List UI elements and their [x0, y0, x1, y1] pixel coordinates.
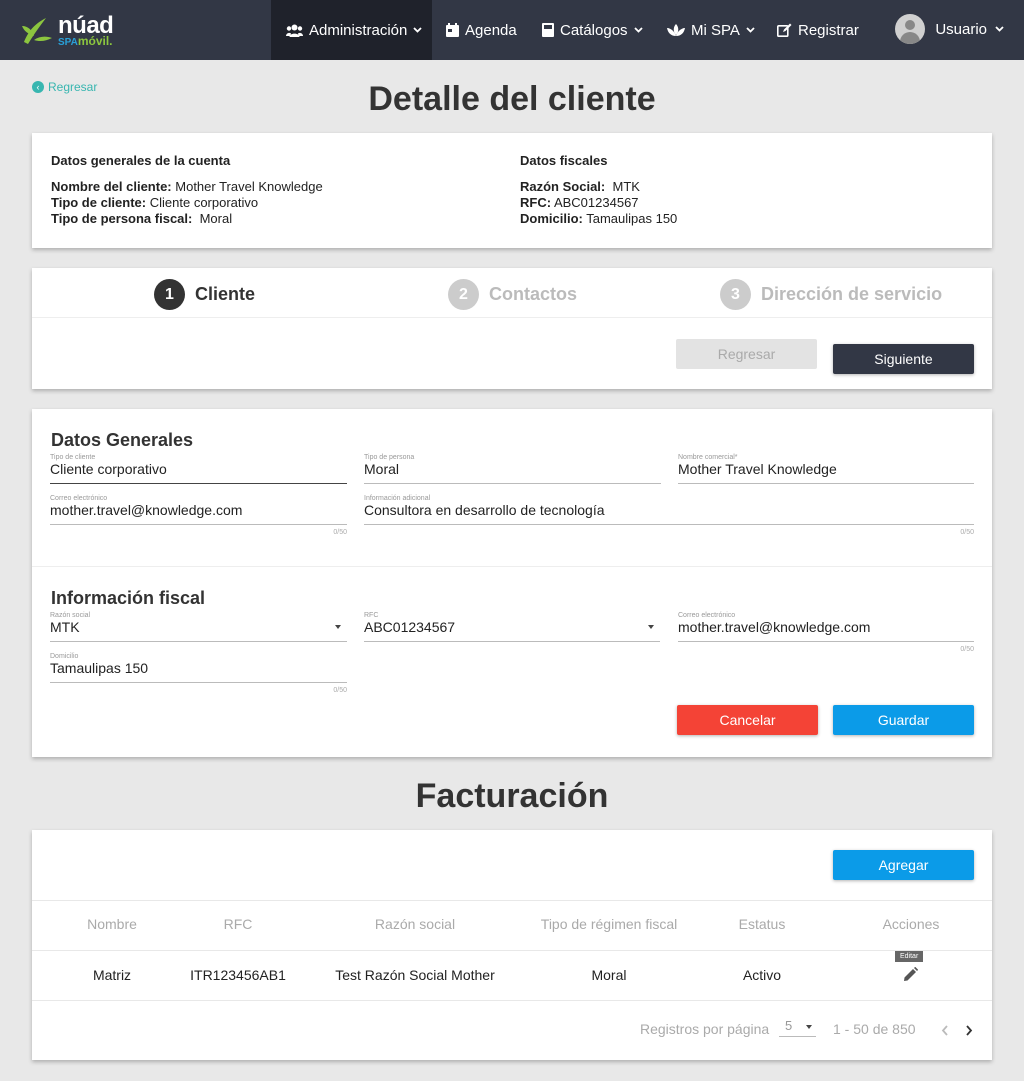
nav-registrar-label: Registrar — [798, 21, 859, 39]
nav-registrar[interactable]: Registrar — [777, 0, 859, 60]
user-menu[interactable]: Usuario — [895, 14, 1004, 44]
dropdown-caret-icon — [806, 1025, 812, 1029]
stepper-card: 1 Cliente 2 Contactos 3 Dirección de ser… — [32, 268, 992, 389]
client-summary-card: Datos generales de la cuenta Nombre del … — [32, 133, 992, 248]
avatar — [895, 14, 926, 44]
client-name-row: Nombre del cliente: Mother Travel Knowle… — [51, 179, 323, 194]
nav-administracion-label: Administración — [309, 21, 408, 39]
step-number: 1 — [154, 279, 185, 310]
general-section-title: Datos Generales — [51, 430, 194, 450]
user-name: Usuario — [935, 20, 987, 38]
column-header[interactable]: Tipo de régimen fiscal — [529, 916, 689, 932]
users-icon — [286, 24, 303, 37]
fiscal-info-heading: Datos fiscales — [520, 153, 608, 168]
page-title: Detalle del cliente — [368, 80, 656, 118]
step-number: 2 — [448, 279, 479, 310]
chevron-down-icon — [413, 27, 423, 33]
step-label: Dirección de servicio — [761, 284, 943, 304]
client-form-card: Datos Generales Tipo de cliente Cliente … — [32, 409, 992, 757]
cancel-button[interactable]: Cancelar — [677, 705, 818, 735]
nav-agenda-label: Agenda — [465, 21, 517, 39]
nav-catalogos-label: Catálogos — [560, 21, 628, 39]
chevron-down-icon — [995, 26, 1004, 32]
stepper-next-button[interactable]: Siguiente — [833, 344, 974, 374]
nav-mi-spa[interactable]: Mi SPA — [667, 0, 755, 60]
next-page-icon[interactable] — [965, 1023, 973, 1041]
chevron-down-icon — [633, 27, 643, 33]
lotus-icon — [667, 23, 685, 37]
column-header: Acciones — [882, 916, 940, 932]
step-label: Contactos — [489, 284, 578, 304]
cell-regimen: Moral — [591, 967, 627, 983]
cell-razon-social: Test Razón Social Mother — [335, 967, 495, 983]
stepper-back-button[interactable]: Regresar — [676, 339, 817, 369]
add-billing-button[interactable]: Agregar — [833, 850, 974, 880]
top-navbar: núad SPAmóvil. Administración Agenda Cat… — [0, 0, 1024, 60]
step-direccion[interactable]: 3 Dirección de servicio — [720, 279, 942, 310]
cell-rfc: ITR123456AB1 — [190, 967, 286, 983]
nav-mi-spa-label: Mi SPA — [691, 21, 740, 39]
dropdown-caret-icon — [335, 625, 341, 629]
nav-catalogos[interactable]: Catálogos — [542, 0, 643, 60]
column-header[interactable]: Nombre — [72, 916, 152, 932]
chevron-down-icon — [746, 27, 755, 33]
step-label: Cliente — [195, 284, 256, 304]
domicilio-row: Domicilio: Tamaulipas 150 — [520, 211, 678, 226]
prev-page-icon[interactable] — [941, 1023, 949, 1041]
edit-icon — [777, 23, 792, 37]
table-divider — [32, 900, 992, 901]
book-icon — [542, 23, 554, 37]
nav-agenda[interactable]: Agenda — [446, 0, 517, 60]
brand-subtitle: SPAmóvil. — [58, 34, 113, 48]
table-divider — [32, 1000, 992, 1001]
rfc-row: RFC: ABC01234567 — [520, 195, 639, 210]
per-page-label: Registros por página — [640, 1021, 770, 1037]
billing-title: Facturación — [415, 777, 609, 815]
per-page-select[interactable]: 5 — [779, 1017, 816, 1037]
edit-tooltip: Editar — [895, 951, 924, 962]
general-info: Datos generales de la cuenta Nombre del … — [51, 153, 323, 227]
cell-nombre: Matriz — [92, 967, 132, 983]
calendar-icon — [446, 23, 459, 37]
leaf-logo-icon — [22, 18, 52, 44]
billing-card: Agregar Nombre RFC Razón social Tipo de … — [32, 830, 992, 1060]
razon-row: Razón Social: MTK — [520, 179, 640, 194]
nav-administracion[interactable]: Administración — [271, 0, 432, 60]
step-cliente[interactable]: 1 Cliente — [154, 279, 255, 310]
nuad-logo[interactable]: núad SPAmóvil. — [20, 10, 130, 50]
edit-pencil-icon[interactable] — [903, 966, 919, 987]
step-number: 3 — [720, 279, 751, 310]
table-divider — [32, 950, 992, 951]
general-info-heading: Datos generales de la cuenta — [51, 153, 231, 168]
dropdown-caret-icon — [648, 625, 654, 629]
column-header[interactable]: Estatus — [722, 916, 802, 932]
save-button[interactable]: Guardar — [833, 705, 974, 735]
step-contactos[interactable]: 2 Contactos — [448, 279, 577, 310]
client-type-row: Tipo de cliente: Cliente corporativo — [51, 195, 259, 210]
column-header[interactable]: Razón social — [335, 916, 495, 932]
fiscal-info: Datos fiscales Razón Social: MTK RFC: AB… — [520, 153, 677, 227]
pagination-range: 1 - 50 de 850 — [833, 1021, 916, 1037]
section-divider — [32, 566, 992, 567]
column-header[interactable]: RFC — [188, 916, 288, 932]
fiscal-section-title: Información fiscal — [51, 588, 206, 608]
cell-estatus: Activo — [742, 967, 782, 983]
stepper: 1 Cliente 2 Contactos 3 Dirección de ser… — [32, 268, 992, 318]
person-type-row: Tipo de persona fiscal: Moral — [51, 211, 233, 226]
